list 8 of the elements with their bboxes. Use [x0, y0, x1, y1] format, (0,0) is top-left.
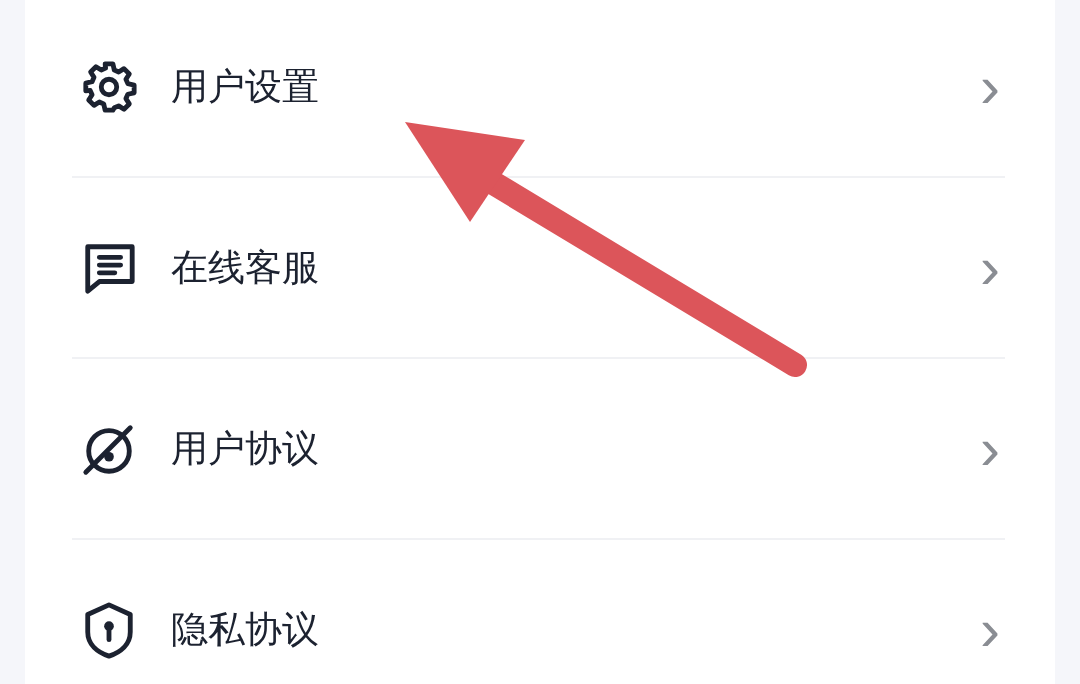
- chevron-icon: ›: [980, 599, 1000, 660]
- chevron-icon: ›: [980, 237, 1000, 298]
- menu-item-label[interactable]: 用户协议: [171, 423, 980, 474]
- menu-item-label[interactable]: 隐私协议: [171, 604, 980, 655]
- menu-item-label[interactable]: 在线客服: [171, 242, 980, 293]
- chevron-icon: ›: [980, 56, 1000, 117]
- menu-item-label[interactable]: 用户设置: [171, 61, 980, 112]
- chevron-icon: ›: [980, 418, 1000, 479]
